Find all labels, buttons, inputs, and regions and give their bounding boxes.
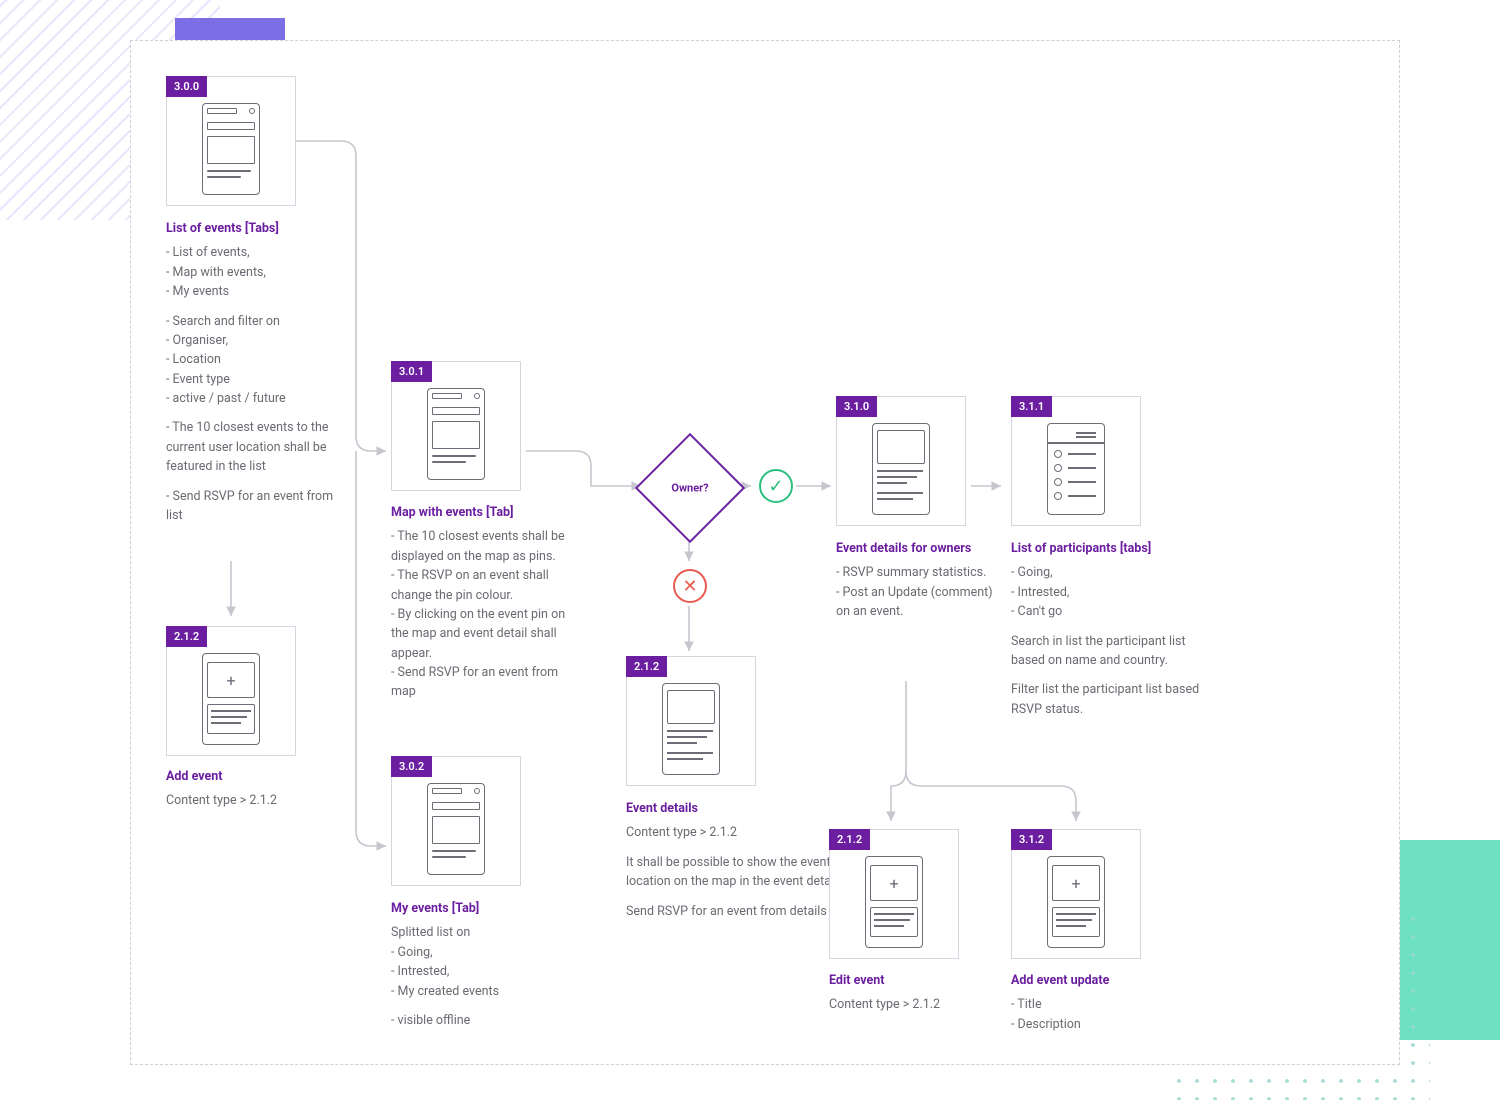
flow-canvas: 3.0.0 List of events [Tabs] - List of ev… xyxy=(130,40,1400,1065)
badge: 3.1.0 xyxy=(836,396,877,417)
wireframe-icon xyxy=(427,783,485,875)
plus-icon: + xyxy=(207,662,255,698)
node-add-event-update[interactable]: 3.1.2 + xyxy=(1011,829,1141,959)
wireframe-list-icon xyxy=(1047,423,1105,515)
desc-list-of-events: List of events [Tabs] - List of events,-… xyxy=(166,219,341,525)
wireframe-add-icon: + xyxy=(202,653,260,745)
x-icon: ✕ xyxy=(673,569,707,603)
wireframe-add-icon: + xyxy=(865,856,923,948)
badge: 2.1.2 xyxy=(829,829,870,850)
badge: 2.1.2 xyxy=(626,656,667,677)
node-edit-event[interactable]: 2.1.2 + xyxy=(829,829,959,959)
plus-icon: + xyxy=(870,865,918,901)
desc-edit-event: Edit event Content type > 2.1.2 xyxy=(829,971,1009,1015)
wireframe-doc-icon xyxy=(872,423,930,515)
badge: 2.1.2 xyxy=(166,626,207,647)
plus-icon: + xyxy=(1052,865,1100,901)
badge: 3.0.1 xyxy=(391,361,432,382)
badge: 3.1.2 xyxy=(1011,829,1052,850)
desc-map-with-events: Map with events [Tab] - The 10 closest e… xyxy=(391,503,566,702)
desc-event-details-owners: Event details for owners - RSVP summary … xyxy=(836,539,996,622)
node-event-details[interactable]: 2.1.2 xyxy=(626,656,756,786)
node-map-with-events[interactable]: 3.0.1 xyxy=(391,361,521,491)
desc-event-details: Event details Content type > 2.1.2It sha… xyxy=(626,799,846,921)
node-event-details-owners[interactable]: 3.1.0 xyxy=(836,396,966,526)
node-add-event[interactable]: 2.1.2 + xyxy=(166,626,296,756)
wireframe-icon xyxy=(202,103,260,195)
decor-purple-block xyxy=(175,18,285,40)
wireframe-doc-icon xyxy=(662,683,720,775)
badge: 3.1.1 xyxy=(1011,396,1052,417)
node-my-events[interactable]: 3.0.2 xyxy=(391,756,521,886)
node-list-of-events[interactable]: 3.0.0 xyxy=(166,76,296,206)
desc-list-participants: List of participants [tabs] - Going,- In… xyxy=(1011,539,1211,719)
decision-owner[interactable]: Owner? xyxy=(635,433,745,543)
wireframe-icon xyxy=(427,388,485,480)
desc-my-events: My events [Tab] Splitted list on- Going,… xyxy=(391,899,571,1030)
badge: 3.0.0 xyxy=(166,76,207,97)
node-list-participants[interactable]: 3.1.1 xyxy=(1011,396,1141,526)
wireframe-add-icon: + xyxy=(1047,856,1105,948)
desc-add-event-update: Add event update - Title- Description xyxy=(1011,971,1191,1034)
desc-add-event: Add event Content type > 2.1.2 xyxy=(166,767,346,811)
check-icon: ✓ xyxy=(759,469,793,503)
badge: 3.0.2 xyxy=(391,756,432,777)
